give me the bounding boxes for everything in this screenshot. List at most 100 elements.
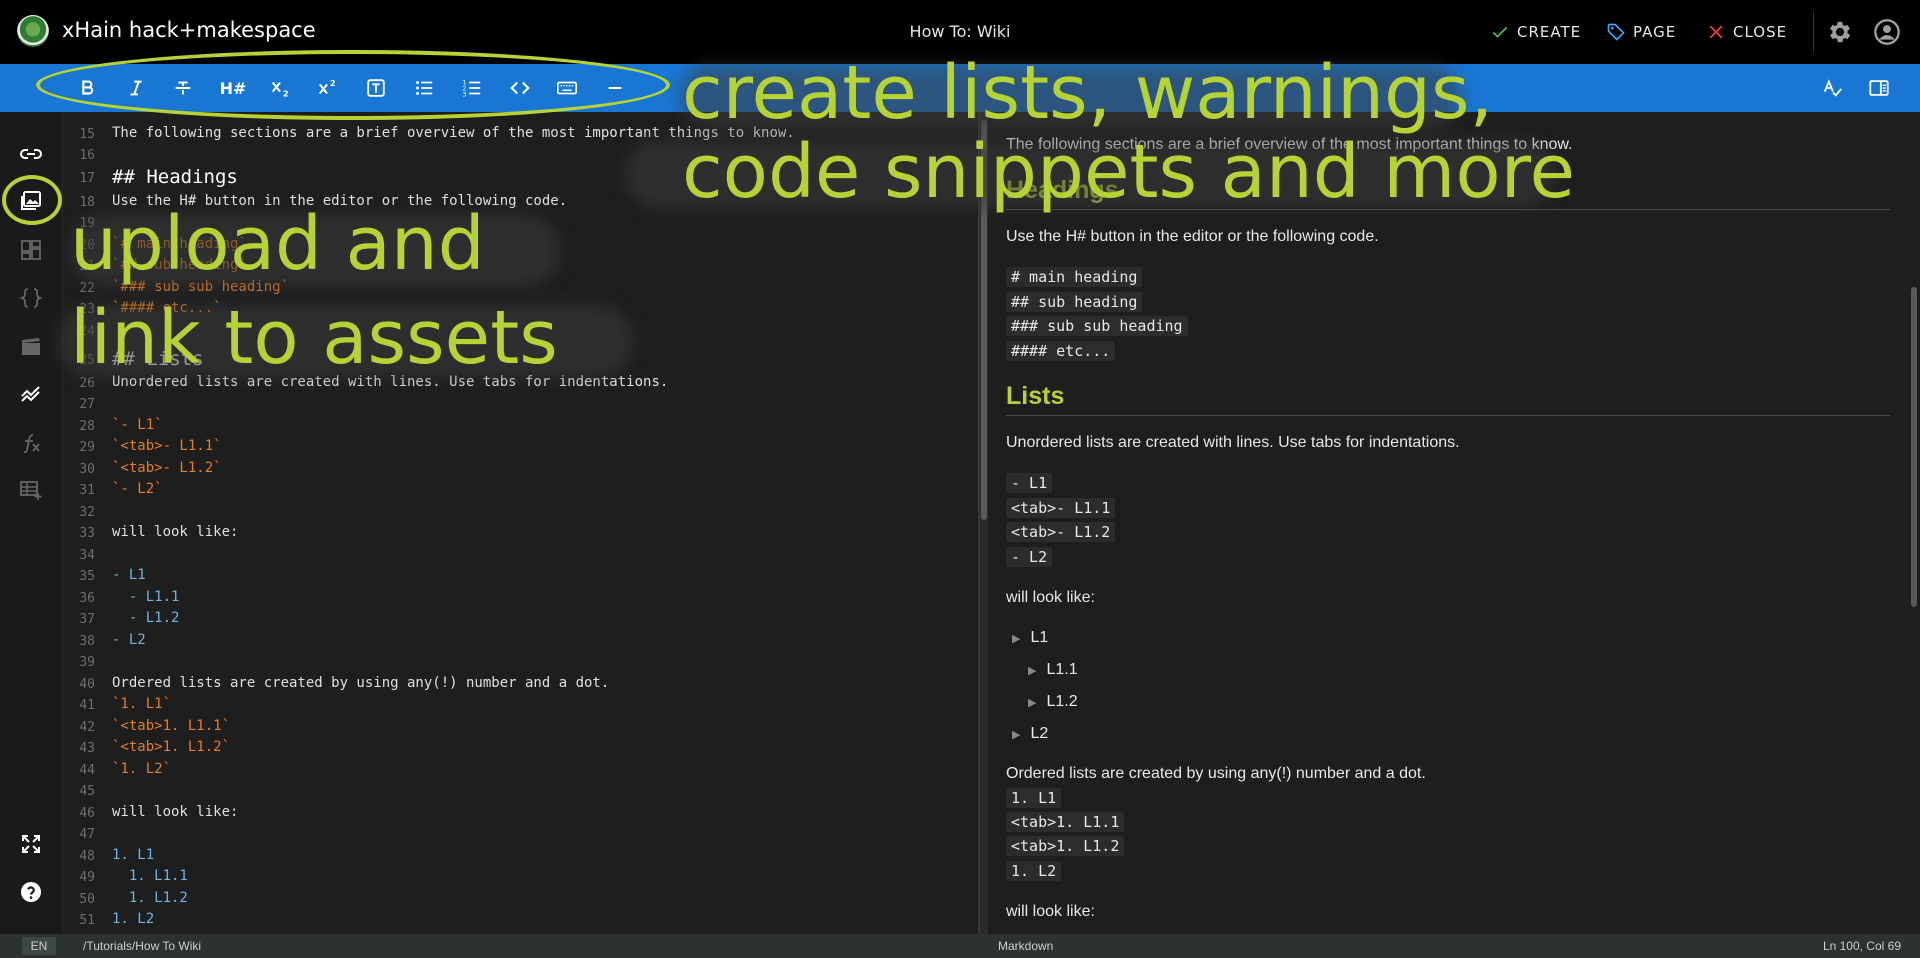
svg-text:3: 3 [462, 90, 466, 98]
table-plus-icon [20, 481, 42, 500]
code-line[interactable]: Ordered lists are created by using any(!… [112, 675, 609, 691]
code-line[interactable]: 1. L1 [112, 847, 154, 863]
code-line[interactable]: `#### etc...` [112, 300, 222, 316]
preview-ordered-desc: Ordered lists are created by using any(!… [1006, 765, 1426, 782]
top-header: xHain hack+makespace How To: Wiki CREATE… [0, 0, 1920, 64]
blockquote-button[interactable] [361, 74, 391, 102]
line-number: 37 [79, 612, 95, 627]
code-button[interactable] [505, 74, 535, 102]
editor-scrollbar[interactable] [980, 112, 988, 934]
code-line[interactable]: Unordered lists are created with lines. … [112, 374, 668, 390]
insert-component-button[interactable] [17, 236, 45, 264]
line-number: 32 [79, 505, 95, 520]
keyboard-key-button[interactable] [552, 74, 582, 102]
code-icon [510, 81, 530, 95]
insert-table-button[interactable] [17, 476, 45, 504]
code-line[interactable]: - L1.1 [112, 589, 180, 605]
page-button[interactable]: PAGE [1606, 20, 1676, 44]
insert-code-block-button[interactable] [17, 284, 45, 312]
code-line[interactable]: ## Headings [112, 166, 238, 188]
code-line[interactable]: The following sections are a brief overv… [112, 125, 795, 141]
spellcheck-icon [1823, 79, 1842, 97]
italic-icon [130, 80, 142, 96]
code-line[interactable]: 1. L2 [112, 911, 154, 927]
horizontal-rule-icon [608, 86, 622, 90]
code-line[interactable]: `<tab>- L1.1` [112, 438, 222, 454]
line-number: 26 [79, 376, 95, 391]
ordered-list-button[interactable]: 123 [457, 74, 487, 102]
function-icon [23, 434, 40, 454]
check-icon [1492, 26, 1508, 38]
tag-icon [1607, 23, 1625, 41]
page-path: /Tutorials/How To Wiki [83, 939, 202, 953]
code-line[interactable]: `<tab>1. L1.1` [112, 718, 230, 734]
language-badge[interactable]: EN [22, 937, 56, 955]
strikethrough-button[interactable] [168, 74, 198, 102]
preview-look-like: will look like: [1006, 589, 1095, 606]
help-button[interactable] [17, 878, 45, 906]
code-line[interactable]: `# main heading` [112, 236, 247, 252]
insert-math-button[interactable] [17, 429, 45, 457]
account-button[interactable] [1873, 18, 1901, 46]
help-icon [21, 882, 41, 902]
line-number: 19 [79, 216, 95, 231]
settings-button[interactable] [1826, 18, 1854, 46]
code-line[interactable]: `- L1` [112, 417, 163, 433]
close-button[interactable]: CLOSE [1706, 20, 1787, 44]
code-line[interactable]: `1. L2` [112, 761, 171, 777]
code-line[interactable]: - L2 [112, 632, 146, 648]
create-button[interactable]: CREATE [1490, 20, 1581, 44]
curly-braces-icon [19, 288, 43, 308]
code-line[interactable]: `- L2` [112, 481, 163, 497]
site-title[interactable]: xHain hack+makespace [62, 18, 316, 42]
editor-scrollbar-thumb[interactable] [981, 120, 987, 520]
unordered-list-button[interactable] [409, 74, 439, 102]
italic-button[interactable] [121, 74, 151, 102]
horizontal-rule-button[interactable] [600, 74, 630, 102]
code-line[interactable]: `## sub heading` [112, 257, 247, 273]
preview-scrollbar-thumb[interactable] [1911, 287, 1917, 607]
bullet-icon: ▶ [1012, 728, 1021, 741]
code-line[interactable]: will look like: [112, 524, 238, 540]
insert-assets-button[interactable] [17, 187, 45, 215]
code-line[interactable]: 1. L1.2 [112, 890, 188, 906]
code-line[interactable]: - L1.2 [112, 610, 180, 626]
strikethrough-icon [175, 81, 191, 95]
markdown-editor[interactable]: 15 The following sections are a brief ove… [63, 112, 978, 934]
line-number: 25 [79, 353, 95, 368]
svg-text:2: 2 [283, 88, 289, 98]
code-line[interactable]: `1. L1` [112, 696, 171, 712]
superscript-icon: 2 [318, 78, 336, 95]
code-line[interactable]: - L1 [112, 567, 146, 583]
line-number: 49 [79, 870, 95, 885]
insert-video-button[interactable] [17, 333, 45, 361]
heading-button[interactable]: H# [216, 74, 250, 102]
line-number: 47 [79, 827, 95, 842]
code-line[interactable]: Use the H# button in the editor or the f… [112, 193, 567, 209]
preview-code: ## sub heading [1006, 292, 1143, 312]
toggle-preview-button[interactable] [1864, 74, 1894, 102]
subscript-button[interactable]: 2 [266, 74, 296, 102]
spellcheck-button[interactable] [1818, 74, 1848, 102]
code-line[interactable]: 1. L1.1 [112, 868, 188, 884]
code-line[interactable]: will look like: [112, 804, 238, 820]
expand-icon [22, 835, 40, 853]
bullet-icon: ▶ [1028, 664, 1037, 677]
insert-link-button[interactable] [17, 140, 45, 168]
superscript-button[interactable]: 2 [313, 74, 343, 102]
preview-code: <tab>- L1.2 [1006, 522, 1116, 542]
insert-diagram-button[interactable] [17, 380, 45, 408]
preview-scrollbar[interactable] [1908, 112, 1920, 934]
preview-headings-title: Headings [1006, 176, 1119, 204]
site-logo[interactable] [17, 15, 49, 47]
line-number: 28 [79, 419, 95, 434]
header-divider [1813, 12, 1814, 52]
svg-text:2: 2 [330, 78, 336, 88]
preview-look-like: will look like: [1006, 903, 1095, 920]
code-line[interactable]: `### sub sub heading` [112, 279, 289, 295]
code-line[interactable]: `<tab>- L1.2` [112, 460, 222, 476]
code-line[interactable]: `<tab>1. L1.2` [112, 739, 230, 755]
fullscreen-button[interactable] [17, 830, 45, 858]
code-line[interactable]: ## Lists [112, 348, 204, 370]
bold-button[interactable] [72, 74, 102, 102]
